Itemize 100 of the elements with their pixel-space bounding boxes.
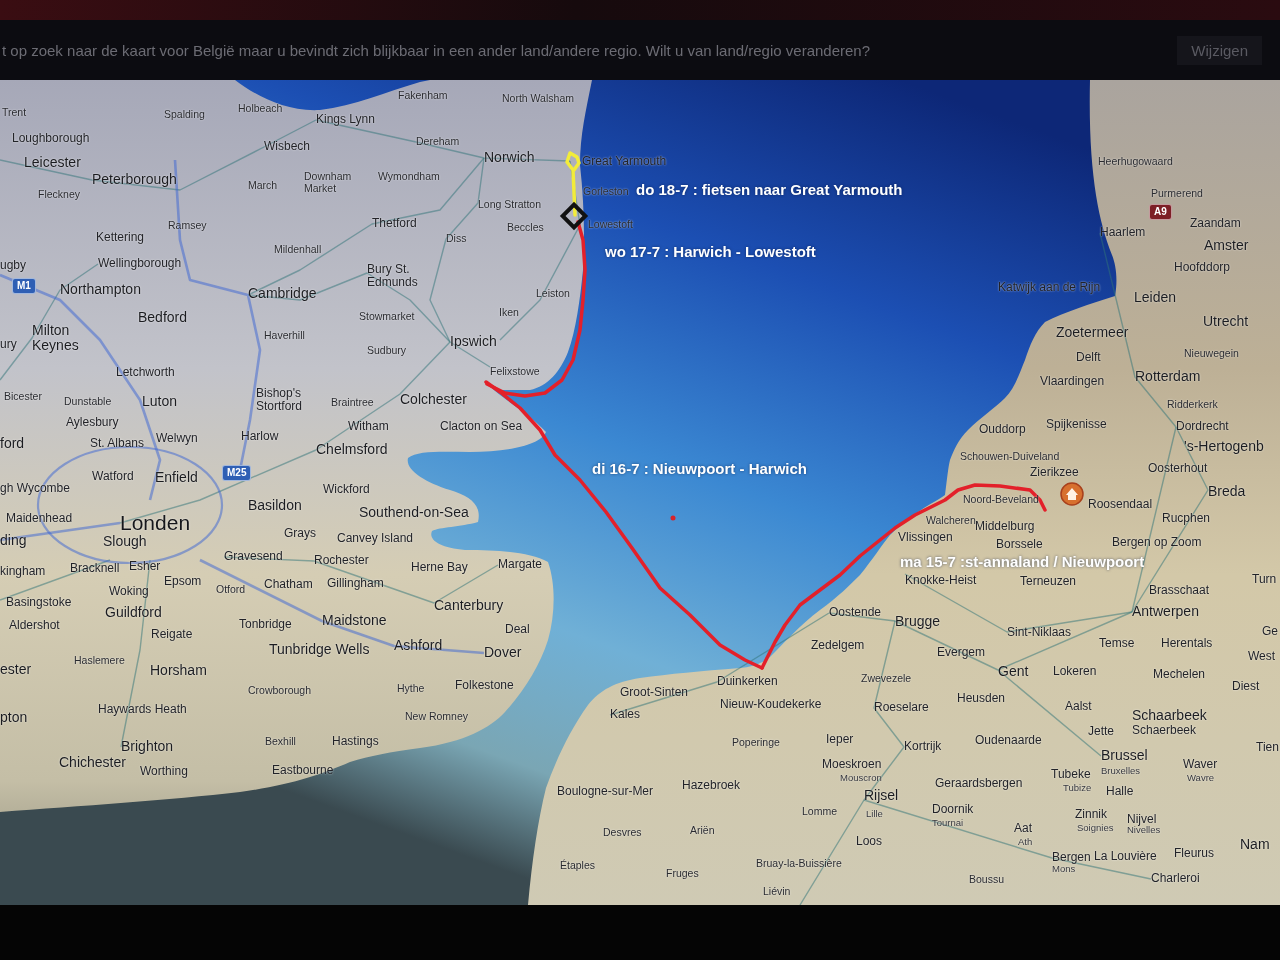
place-label: Mechelen [1153,668,1206,682]
place-label: Wickford [323,483,370,497]
place-label: Rijsel [864,788,899,804]
place-label: Ieper [826,733,854,747]
place-label: Reigate [151,628,193,642]
place-label: ford [0,436,25,452]
place-label: Fleckney [38,189,80,201]
place-label: Kings Lynn [316,113,375,127]
place-label: Crowborough [248,685,312,697]
place-label: Zoetermeer [1056,325,1129,341]
place-label: Loughborough [12,132,90,146]
place-label: Trent [2,107,27,119]
place-label: Gillingham [327,577,384,591]
place-label: Downham Market [304,171,353,195]
change-region-button[interactable]: Wijzigen [1177,35,1262,65]
place-label: La Louvière [1094,850,1157,864]
place-label: Tonbridge [239,618,292,632]
place-label: Middelburg [975,520,1035,534]
home-marker-icon [1060,482,1084,506]
road-shield: M25 [222,465,252,481]
place-label: March [248,180,278,192]
place-label: Bishop's Stortford [256,386,304,414]
place-label: Dereham [416,136,460,148]
place-label: Fruges [666,868,699,880]
place-label: Lille [866,808,883,820]
place-label: Halle [1106,785,1134,799]
place-label: Tien [1256,741,1279,755]
place-label: Welwyn [156,432,198,446]
place-label: Zierikzee [1030,466,1079,480]
place-label: Braintree [331,397,374,409]
place-label: Groot-Sinten [620,686,689,700]
place-label: Grays [284,527,316,541]
place-label: Zedelgem [811,639,865,653]
place-label: Leiden [1134,290,1177,306]
place-label: Roeselare [874,701,929,715]
place-label: Schouwen-Duiveland [960,451,1060,463]
place-label: Moeskroen [822,758,882,772]
place-label: St. Albans [90,437,145,451]
place-label: Poperinge [732,737,780,749]
place-label: Iken [499,307,519,319]
place-label: Luton [142,394,178,410]
place-label: Herne Bay [411,561,468,575]
place-label: Milton Keynes [32,322,80,354]
place-label: Northampton [60,282,141,298]
place-label: Bergen [1052,851,1091,865]
place-label: Woking [109,585,149,599]
place-label: Spijkenisse [1046,418,1107,432]
place-label: Chatham [264,578,313,592]
place-label: Gorleston [583,186,629,198]
place-label: Stowmarket [359,311,415,323]
place-label: Hazebroek [682,779,741,793]
place-label: Schaerbeek [1132,724,1197,738]
place-label: Aat [1014,822,1032,836]
place-label: Jette [1088,725,1114,739]
route-note: do 18-7 : fietsen naar Great Yarmouth [636,181,903,198]
place-label: Nieuw-Koudekerke [720,698,822,712]
place-label: Desvres [603,827,642,839]
place-label: kingham [0,565,46,579]
place-label: Oosterhout [1148,462,1208,476]
place-label: Long Stratton [478,199,542,211]
place-label: Chichester [59,755,126,771]
place-label: Brugge [895,614,941,630]
place-label: Ariën [690,825,715,837]
place-label: Antwerpen [1132,604,1199,620]
place-label: Haslemere [74,655,125,667]
place-label: Noord-Beveland [963,494,1039,506]
place-label: Mons [1052,863,1076,875]
place-label: Terneuzen [1020,575,1077,589]
place-label: Knokke-Heist [905,574,977,588]
place-label: Wellingborough [98,257,182,271]
place-label: Southend-on-Sea [359,505,469,521]
place-label: Boulogne-sur-Mer [557,785,654,799]
place-label: Evergem [937,646,986,660]
place-label: Great Yarmouth [582,155,667,169]
place-label: Amster [1204,238,1249,254]
place-label: Esher [129,560,161,574]
place-label: Zwevezele [861,673,912,685]
place-label: Lowestoft [588,219,633,231]
place-label: Ipswich [450,334,497,350]
route-note: wo 17-7 : Harwich - Lowestoft [605,243,816,260]
place-label: Zaandam [1190,217,1241,231]
place-label: Holbeach [238,103,283,115]
place-label: Aalst [1065,700,1092,714]
place-label: Oostende [829,606,882,620]
place-label: Margate [498,558,543,572]
place-label: Rucphen [1162,512,1211,526]
place-label: Dordrecht [1176,420,1229,434]
place-label: Worthing [140,765,188,779]
place-label: Mouscron [840,772,882,784]
place-label: Bracknell [70,562,120,576]
place-label: Bruay-la-Buissière [756,858,842,870]
place-label: Haywards Heath [98,703,187,717]
place-label: Fakenham [398,90,448,102]
place-label: Mildenhall [274,244,322,256]
place-label: Ashford [394,638,443,654]
place-label: Schaarbeek [1132,708,1207,724]
place-label: Clacton on Sea [440,420,523,434]
place-label: Lomme [802,806,837,818]
place-label: Ramsey [168,220,207,232]
place-label: Ge [1262,625,1278,639]
